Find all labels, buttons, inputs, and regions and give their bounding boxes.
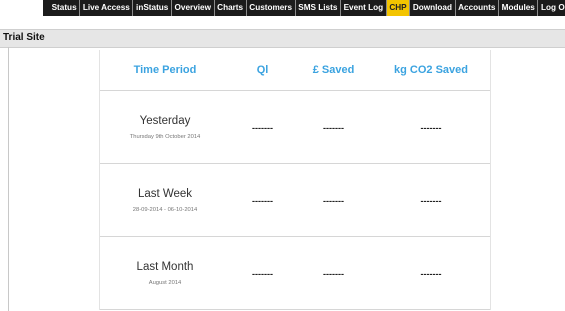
co2-value: ------- (420, 123, 442, 133)
period-name: Yesterday (139, 114, 191, 127)
nav-download[interactable]: Download (410, 0, 456, 16)
saved-value: ------- (323, 269, 344, 279)
nav-customers[interactable]: Customers (247, 0, 296, 16)
nav-status[interactable]: Status (49, 0, 81, 16)
co2-value: ------- (420, 196, 442, 206)
ql-cell: ------- (230, 118, 295, 136)
nav-overview[interactable]: Overview (172, 0, 215, 16)
period-name: Last Month (136, 260, 194, 273)
period-date: 28-09-2014 - 06-10-2014 (132, 206, 198, 213)
chp-savings-table: Time Period Ql £ Saved kg CO2 Saved Yest… (99, 50, 491, 310)
nav-modules[interactable]: Modules (499, 0, 539, 16)
nav-log-out[interactable]: Log Out (538, 0, 565, 16)
table-header: Time Period Ql £ Saved kg CO2 Saved (100, 50, 490, 91)
content-divider (8, 47, 9, 311)
nav-event-log[interactable]: Event Log (341, 0, 387, 16)
nav-instatus[interactable]: inStatus (133, 0, 172, 16)
nav-chp[interactable]: CHP (386, 0, 411, 16)
top-bar: Status Live Access inStatus Overview Cha… (0, 0, 565, 17)
ql-cell: ------- (230, 264, 295, 282)
saved-cell: ------- (295, 118, 372, 136)
table-row: Last Week 28-09-2014 - 06-10-2014 ------… (100, 164, 490, 237)
co2-cell: ------- (372, 264, 490, 282)
site-title: Trial Site (3, 32, 45, 43)
ql-cell: ------- (230, 191, 295, 209)
saved-value: ------- (323, 123, 344, 133)
ql-value: ------- (252, 123, 273, 133)
table-row: Yesterday Thursday 9th October 2014 ----… (100, 91, 490, 164)
period-cell: Last Week 28-09-2014 - 06-10-2014 (100, 188, 230, 213)
period-cell: Yesterday Thursday 9th October 2014 (100, 115, 230, 140)
table-row: Last Month August 2014 ------- ------- -… (100, 237, 490, 310)
period-date: Thursday 9th October 2014 (129, 133, 201, 140)
main-nav: Status Live Access inStatus Overview Cha… (43, 0, 565, 16)
site-header: Trial Site (0, 29, 565, 48)
nav-sms-lists[interactable]: SMS Lists (296, 0, 341, 16)
nav-charts[interactable]: Charts (215, 0, 247, 16)
header-time-period: Time Period (133, 64, 197, 76)
co2-value: ------- (420, 269, 442, 279)
saved-cell: ------- (295, 264, 372, 282)
nav-accounts[interactable]: Accounts (456, 0, 500, 16)
co2-cell: ------- (372, 118, 490, 136)
header-co2-saved: kg CO2 Saved (394, 64, 468, 76)
ql-value: ------- (252, 196, 273, 206)
period-name: Last Week (137, 187, 193, 200)
header-ql: Ql (256, 64, 269, 76)
period-date: August 2014 (148, 279, 182, 286)
header-pounds-saved: £ Saved (312, 64, 355, 76)
saved-cell: ------- (295, 191, 372, 209)
co2-cell: ------- (372, 191, 490, 209)
saved-value: ------- (323, 196, 344, 206)
ql-value: ------- (252, 269, 273, 279)
period-cell: Last Month August 2014 (100, 261, 230, 286)
nav-live-access[interactable]: Live Access (80, 0, 134, 16)
